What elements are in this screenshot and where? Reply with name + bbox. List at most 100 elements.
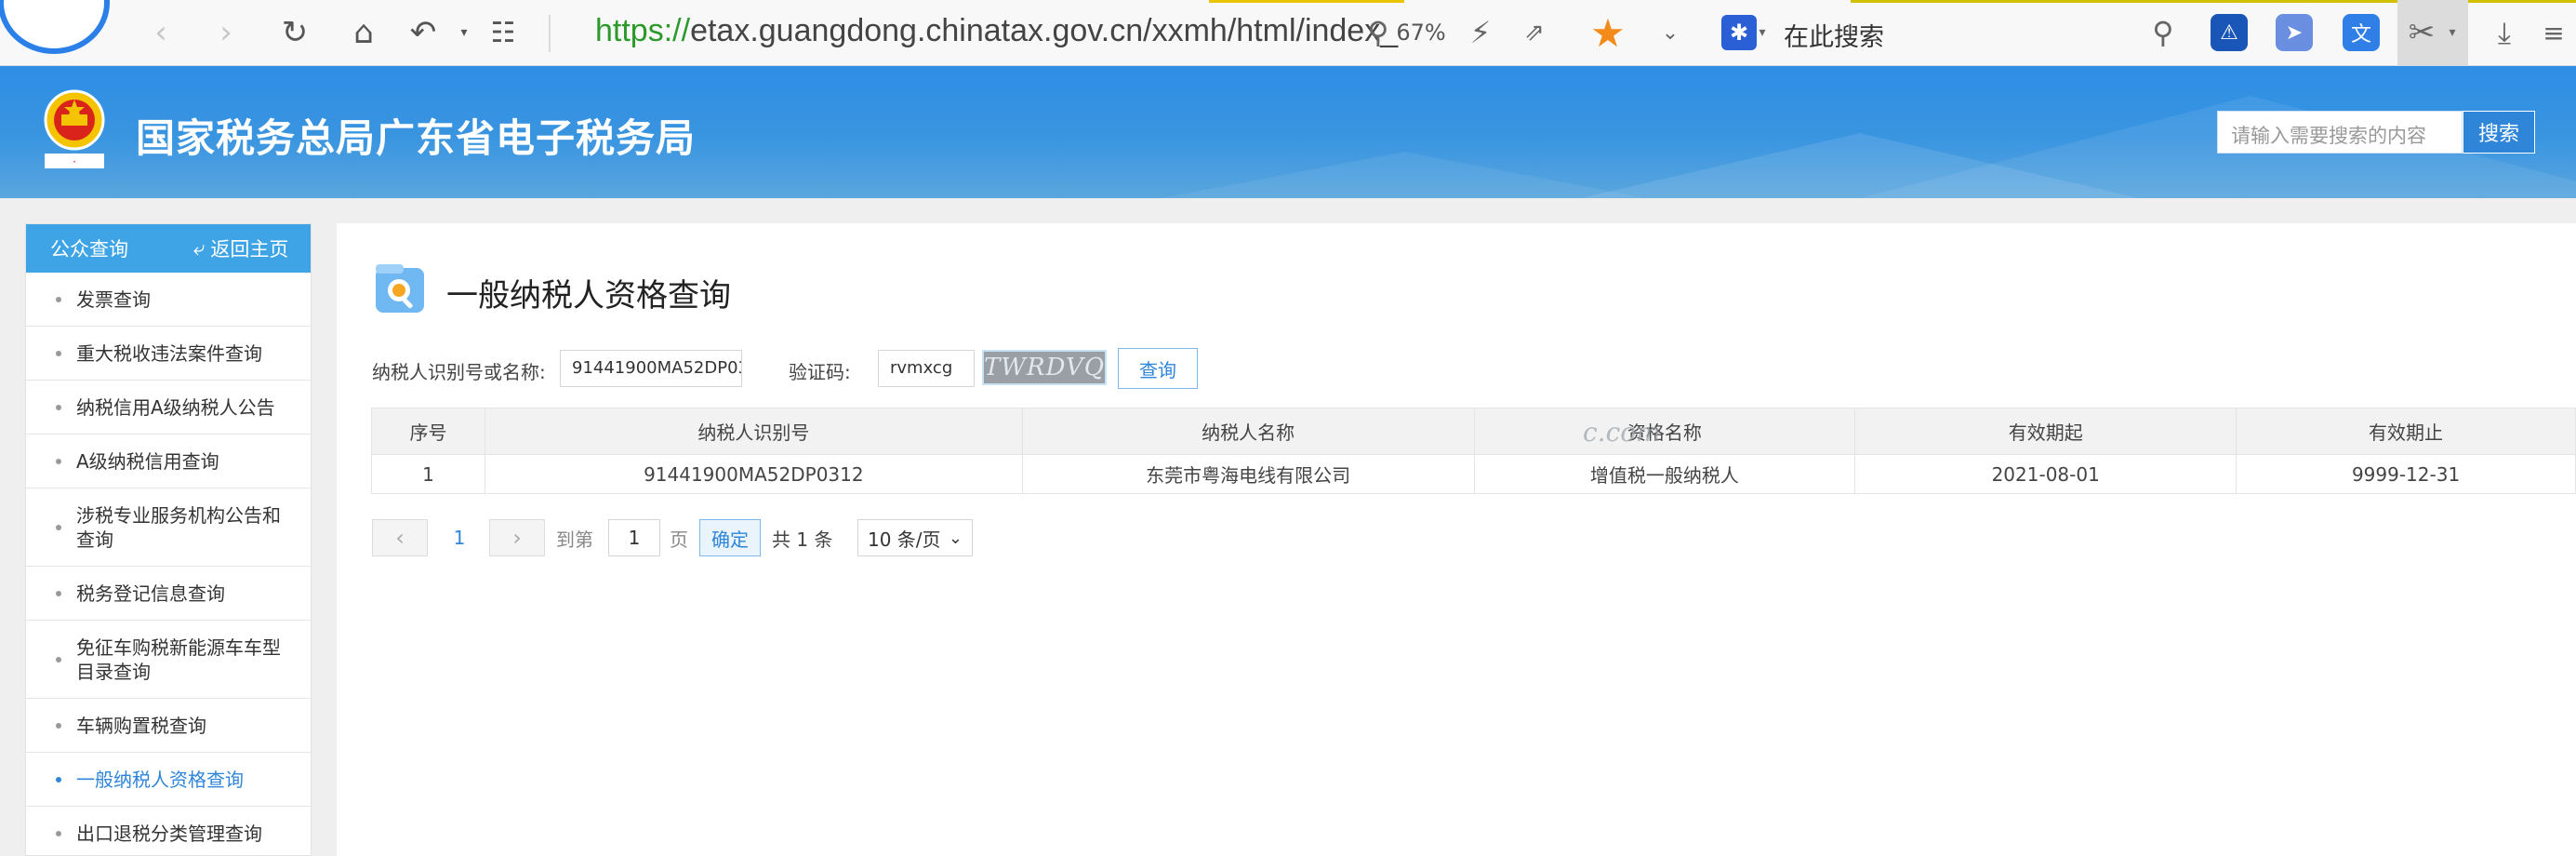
page-title: 一般纳税人资格查询 (446, 277, 731, 314)
toolbar-divider (549, 15, 551, 52)
column-header-taxpayer-id: 纳税人识别号 (484, 408, 1023, 455)
sidebar-item-general-taxpayer[interactable]: 一般纳税人资格查询 (26, 753, 311, 807)
main-content: 一般纳税人资格查询 纳税人识别号或名称: 91441900MA52DP0312 … (337, 223, 2576, 856)
sidebar-item-a-credit-query[interactable]: A级纳税信用查询 (26, 435, 311, 488)
back-icon[interactable]: ‹ (138, 9, 184, 56)
taxpayer-input[interactable]: 91441900MA52DP0312 (560, 350, 742, 387)
bullet-icon (56, 524, 61, 530)
bullet-icon (56, 776, 61, 782)
prev-page-button[interactable]: ‹ (372, 519, 428, 556)
site-header: · 国家税务总局广东省电子税务局 请输入需要搜索的内容 搜索 (0, 66, 2576, 198)
search-icon[interactable]: ⚲ (2144, 9, 2182, 56)
paw-icon[interactable]: ✱ (1721, 15, 1757, 50)
url-text: etax.guangdong.chinatax.gov.cn/xxmh/html… (690, 13, 1399, 48)
site-search-input[interactable]: 请输入需要搜索的内容 (2217, 111, 2463, 154)
sidebar-item-tax-violation[interactable]: 重大税收违法案件查询 (26, 327, 311, 381)
national-emblem-logo: · (37, 87, 112, 172)
total-count: 共 1 条 (772, 528, 833, 551)
search-engine-dropdown-icon[interactable]: ▾ (1754, 9, 1771, 56)
sidebar-item-registration[interactable]: 税务登记信息查询 (26, 567, 311, 621)
sidebar-item-label: 免征车购税新能源车车型目录查询 (76, 635, 281, 683)
column-header-index: 序号 (371, 408, 485, 455)
sidebar-item-label: 重大税收违法案件查询 (76, 341, 262, 365)
table-header-row: 序号 纳税人识别号 纳税人名称 资格名称 有效期起 有效期止 (371, 408, 2576, 455)
goto-page-input[interactable]: 1 (608, 519, 660, 556)
forward-icon[interactable]: › (203, 9, 249, 56)
scissors-dropdown-icon[interactable]: ▾ (2444, 9, 2461, 56)
browser-search-input[interactable]: 在此搜索 (1784, 17, 1884, 53)
sidebar-item-tax-service-agency[interactable]: 涉税专业服务机构公告和查询 (26, 488, 311, 567)
sidebar-item-label: 税务登记信息查询 (76, 582, 225, 605)
sidebar-item-label: 发票查询 (76, 288, 151, 311)
column-header-taxpayer-name: 纳税人名称 (1021, 408, 1475, 455)
download-icon[interactable]: ⤓ (2481, 9, 2528, 56)
results-table: 序号 纳税人识别号 纳税人名称 资格名称 有效期起 有效期止 1 9144190… (371, 408, 2576, 494)
zoom-level[interactable]: 67% (1396, 9, 1446, 56)
site-title: 国家税务总局广东省电子税务局 (136, 115, 697, 161)
cell-qualification: 增值税一般纳税人 (1473, 454, 1856, 494)
share-icon[interactable]: ⇗ (1516, 9, 1553, 56)
sidebar-item-invoice[interactable]: 发票查询 (26, 273, 311, 327)
sidebar-item-vehicle-tax[interactable]: 车辆购置税查询 (26, 699, 311, 753)
scissors-icon[interactable]: ✂ (2403, 9, 2440, 56)
page-size-select[interactable]: 10 条/页 ⌄ (857, 519, 973, 556)
captcha-image[interactable]: TWRDVQ (982, 350, 1107, 385)
reply-arrow-icon: ⤶ (193, 236, 206, 261)
cell-valid-to: 9999-12-31 (2236, 454, 2576, 494)
pagination: ‹ 1 › 到第 1 页 确定 共 1 条 10 条/页 ⌄ (372, 519, 1023, 560)
sidebar-header: 公众查询 ⤶ 返回主页 (26, 224, 311, 273)
bullet-icon (56, 350, 61, 356)
next-page-button[interactable]: › (489, 519, 545, 556)
sidebar-item-label: 车辆购置税查询 (76, 714, 206, 737)
sidebar-item-label: 出口退税分类管理查询 (76, 822, 262, 845)
sidebar-item-label: A级纳税信用查询 (76, 449, 219, 473)
goto-confirm-button[interactable]: 确定 (699, 519, 761, 556)
back-home-label: 返回主页 (210, 238, 289, 261)
sidebar-item-label: 纳税信用A级纳税人公告 (76, 395, 275, 419)
page-unit-label: 页 (670, 528, 688, 551)
address-bar[interactable]: https://etax.guangdong.chinatax.gov.cn/x… (595, 13, 1398, 49)
site-search-button[interactable]: 搜索 (2463, 111, 2535, 154)
zoom-level-text: 67% (1396, 20, 1446, 46)
bullet-icon (56, 458, 61, 464)
header-mountain (1162, 152, 1646, 198)
svg-text:·: · (73, 155, 76, 168)
lightning-icon[interactable]: ⚡ (1462, 9, 1499, 56)
url-scheme: https:// (595, 13, 691, 48)
cell-index: 1 (371, 454, 485, 494)
sidebar-item-label: 涉税专业服务机构公告和查询 (76, 503, 281, 551)
bird-icon[interactable]: ➤ (2276, 14, 2313, 51)
bullet-icon (56, 830, 61, 836)
back-home-link[interactable]: ⤶ 返回主页 (193, 234, 288, 262)
star-icon[interactable]: ★ (1590, 10, 1626, 56)
browser-logo[interactable] (0, 0, 110, 54)
bullet-icon (56, 296, 61, 302)
bullet-icon (56, 656, 61, 662)
sidebar-item-export-refund[interactable]: 出口退税分类管理查询 (26, 807, 311, 856)
captcha-input[interactable]: rvmxcg (878, 350, 975, 387)
goto-label: 到第 (556, 528, 593, 551)
column-header-valid-from: 有效期起 (1854, 408, 2237, 455)
sidebar-title: 公众查询 (50, 238, 128, 261)
sidebar-item-label: 一般纳税人资格查询 (76, 768, 244, 791)
captcha-label: 验证码: (789, 361, 851, 383)
translate-icon[interactable]: 文 (2343, 14, 2380, 51)
tab-strip-indicator (1209, 0, 1404, 3)
zoom-icon[interactable]: ⚲ (1360, 9, 1397, 56)
page-size-value: 10 条/页 (868, 528, 941, 551)
undo-icon[interactable]: ↶ (400, 9, 446, 56)
sidebar-item-ev-catalog[interactable]: 免征车购税新能源车车型目录查询 (26, 621, 311, 699)
home-icon[interactable]: ⌂ (340, 9, 387, 56)
bullet-icon (56, 404, 61, 410)
query-button[interactable]: 查询 (1118, 348, 1198, 389)
menu-icon[interactable]: ≡ (2535, 9, 2572, 56)
extension-icon[interactable]: ⚠ (2211, 14, 2248, 51)
reader-icon[interactable]: ☷ (480, 9, 526, 56)
page-number[interactable]: 1 (441, 519, 478, 556)
screenshot-tool[interactable]: ✂ ▾ (2397, 0, 2468, 65)
column-header-qualification: 资格名称 (1473, 408, 1856, 455)
chevron-down-icon[interactable]: ⌄ (1652, 9, 1689, 56)
watermark: c.com (1583, 417, 1661, 448)
reload-icon[interactable]: ↻ (272, 9, 318, 56)
sidebar-item-a-credit-notice[interactable]: 纳税信用A级纳税人公告 (26, 381, 311, 435)
